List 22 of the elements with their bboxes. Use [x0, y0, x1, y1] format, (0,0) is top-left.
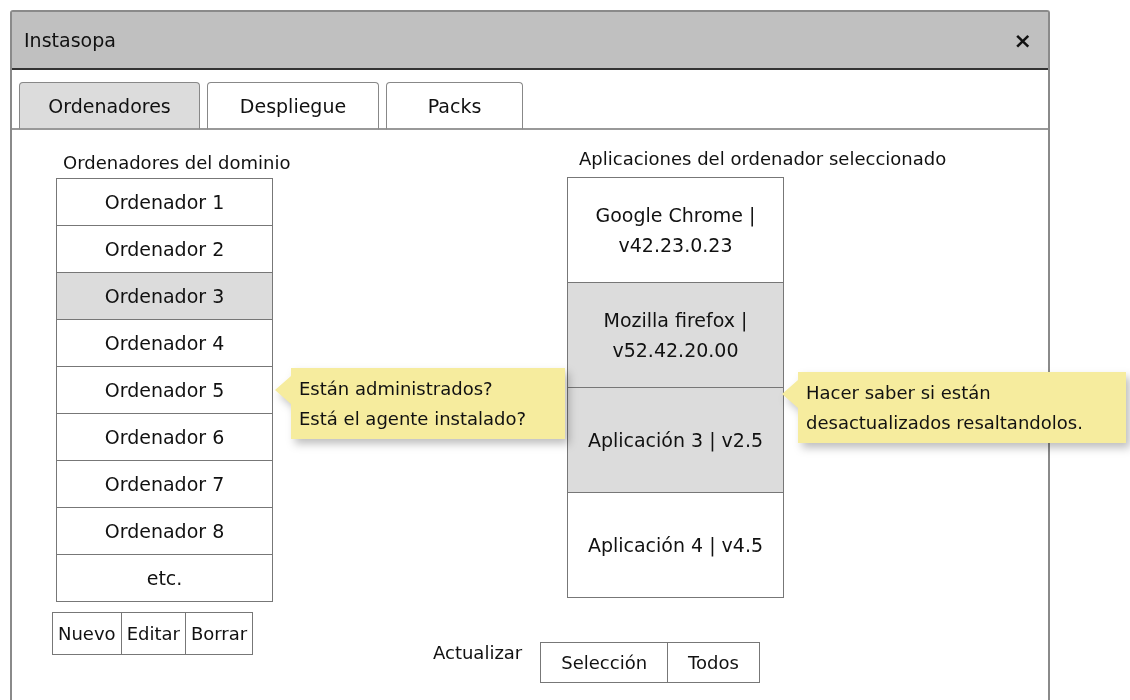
close-button[interactable]: × — [1009, 27, 1036, 53]
list-item[interactable]: Ordenador 8 — [57, 507, 272, 554]
list-item[interactable]: Mozilla firefox | v52.42.20.00 — [568, 282, 783, 387]
list-item[interactable]: Ordenador 7 — [57, 460, 272, 507]
list-heading: Ordenadores del dominio — [63, 152, 291, 173]
list-item[interactable]: Aplicación 4 | v4.5 — [568, 492, 783, 597]
list-item[interactable]: Ordenador 5 — [57, 366, 272, 413]
list-item[interactable]: Aplicación 3 | v2.5 — [568, 387, 783, 492]
tab[interactable]: Ordenadores — [19, 82, 200, 130]
tab[interactable]: Packs — [386, 82, 523, 130]
list-item[interactable]: Google Chrome | v42.23.0.23 — [568, 178, 783, 282]
list-item[interactable]: Ordenador 3 — [57, 272, 272, 319]
list-heading: Aplicaciones del ordenador seleccionado — [579, 148, 947, 169]
sticky-note: Hacer saber si están desactualizados resaltandolos. — [782, 372, 1126, 444]
window-title: Instasopa — [24, 29, 116, 51]
sticky-note: Están administrados? Está el agente instalado? — [275, 368, 565, 440]
update-label: Actualizar — [433, 642, 523, 663]
list-item[interactable]: Ordenador 6 — [57, 413, 272, 460]
list-item[interactable]: Ordenador 4 — [57, 319, 272, 366]
list-item[interactable]: etc. — [57, 554, 272, 601]
list-item[interactable]: Ordenador 1 — [57, 179, 272, 225]
tab[interactable]: Despliegue — [207, 82, 379, 130]
